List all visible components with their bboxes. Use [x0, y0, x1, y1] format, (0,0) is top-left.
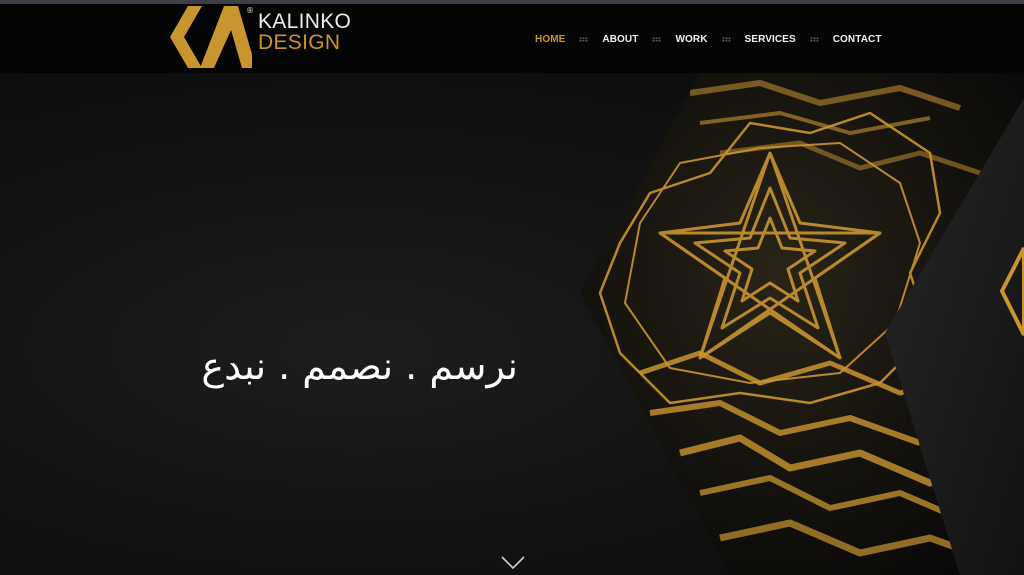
nav-about[interactable]: ABOUT [602, 34, 638, 45]
logo-text-kalinko: KALINKO [258, 10, 352, 33]
nav-separator [579, 36, 589, 42]
ka-logo-mark-icon [170, 6, 252, 68]
site-header: ® KALINKO DESIGN HOME ABOUT WORK SERVICE… [0, 4, 1024, 73]
nav-separator [721, 36, 731, 42]
hero-section: نرسم . نصمم . نبدع [0, 73, 1024, 575]
registered-mark: ® [246, 6, 254, 15]
hero-tagline: نرسم . نصمم . نبدع [201, 344, 518, 388]
nav-services[interactable]: SERVICES [745, 34, 796, 45]
nav-separator [652, 36, 662, 42]
nav-work[interactable]: WORK [675, 34, 707, 45]
hero-gold-pattern-image [580, 73, 1024, 575]
main-nav: HOME ABOUT WORK SERVICES CONTACT [535, 31, 882, 47]
nav-separator [809, 36, 819, 42]
site-logo[interactable]: ® KALINKO DESIGN [162, 4, 362, 73]
chevron-down-icon[interactable] [501, 556, 525, 570]
logo-text-design: DESIGN [258, 31, 341, 54]
nav-home[interactable]: HOME [535, 34, 565, 45]
nav-contact[interactable]: CONTACT [833, 34, 882, 45]
